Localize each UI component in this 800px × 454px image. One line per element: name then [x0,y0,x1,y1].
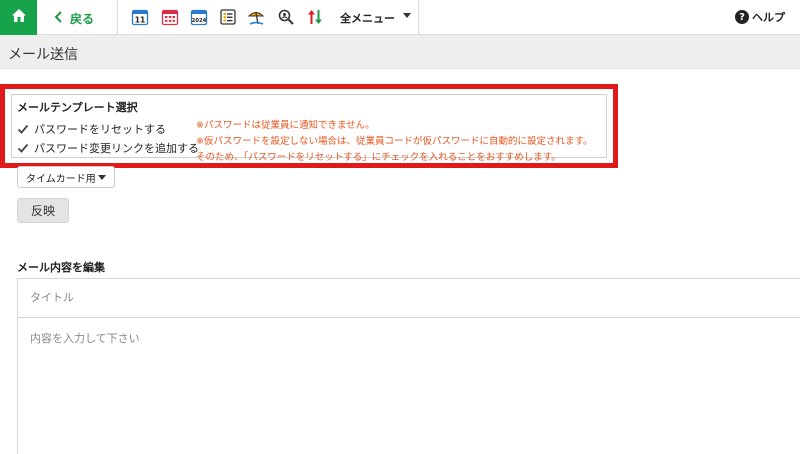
home-icon [10,7,28,29]
calendar-year-number: 2024 [192,18,207,24]
search-icon[interactable] [277,8,295,26]
monthly-calendar-icon[interactable] [161,8,179,26]
add-password-link-label: パスワード変更リンクを追加する [34,142,199,155]
sort-icon[interactable] [306,8,324,26]
help-button[interactable]: ? ヘルプ [735,9,785,25]
checkmark-icon [17,123,29,135]
template-select[interactable]: タイムカード用 [17,166,115,188]
apply-label: 反映 [30,204,55,218]
help-icon: ? [735,10,749,24]
checkmark-icon [17,142,29,154]
add-password-link-checkbox[interactable]: パスワード変更リンクを追加する [17,140,199,156]
page-title: メール送信 [8,47,78,63]
back-label: 戻る [70,11,95,26]
toolbar-divider [117,0,118,35]
template-select-value: タイムカード用 [26,173,96,185]
all-menu-button[interactable]: 全メニュー [340,10,395,26]
template-heading: メールテンプレート選択 [17,101,138,114]
toolbar-divider [418,0,419,35]
reset-password-label: パスワードをリセットする [34,123,166,136]
help-label: ヘルプ [752,11,785,24]
chevron-down-icon[interactable] [403,13,411,18]
page-title-bar: メール送信 [0,35,800,69]
daily-calendar-icon[interactable]: 11 [131,8,149,26]
body-textarea[interactable]: 内容を入力して下さい [17,317,800,454]
back-button[interactable]: 戻る [54,8,94,28]
vacation-icon[interactable] [247,8,265,26]
home-button[interactable] [0,0,37,35]
note-line: ※仮パスワードを設定しない場合は、従業員コードが仮パスワードに自動的に設定されま… [196,136,593,147]
subject-input[interactable]: タイトル [17,278,800,318]
top-toolbar: 戻る 11 2024 全メニュー ? ヘルプ [0,0,800,35]
edit-heading: メール内容を編集 [17,261,105,274]
chevron-left-icon [54,10,64,26]
password-notes: ※パスワードは従業員に通知できません。 ※仮パスワードを設定しない場合は、従業員… [196,118,593,166]
body-placeholder: 内容を入力して下さい [30,332,140,345]
calendar-day-number: 11 [135,16,145,25]
reset-password-checkbox[interactable]: パスワードをリセットする [17,121,166,137]
list-icon[interactable] [219,8,237,26]
subject-placeholder: タイトル [30,291,74,304]
note-line: そのため、「パスワードをリセットする」にチェックを入れることをおすすめします。 [196,152,561,163]
note-line: ※パスワードは従業員に通知できません。 [196,120,375,131]
apply-button[interactable]: 反映 [17,198,69,223]
chevron-down-icon [98,175,106,180]
all-menu-label: 全メニュー [340,12,395,25]
yearly-calendar-icon[interactable]: 2024 [190,8,208,26]
